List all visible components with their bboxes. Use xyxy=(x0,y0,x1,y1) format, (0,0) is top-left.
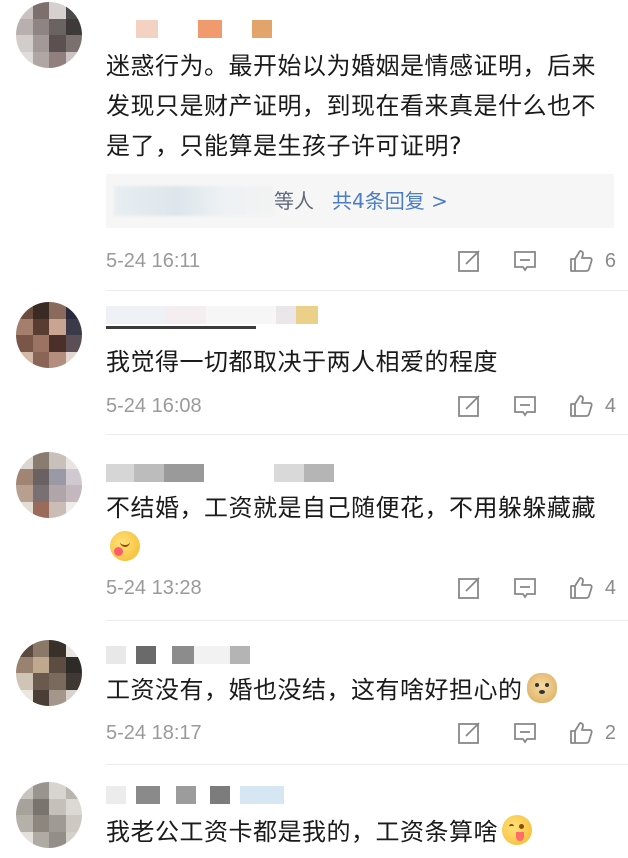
comment-icon[interactable] xyxy=(512,575,538,601)
comment-text: 不结婚，工资就是自己随便花，不用躲躲藏藏 xyxy=(106,488,606,568)
comment-text: 迷惑行为。最开始以为婚姻是情感证明，后来发现只是财产证明，到现在看来真是什么也不… xyxy=(106,52,596,160)
timestamp: 5-24 16:11 xyxy=(106,250,201,272)
reply-users-blurred xyxy=(114,186,274,216)
comment-text: 我觉得一切都取决于两人相爱的程度 xyxy=(106,348,498,376)
like-count: 2 xyxy=(604,722,616,744)
avatar[interactable] xyxy=(16,640,82,706)
username-blurred[interactable] xyxy=(136,20,272,38)
comment-meta: 5-24 13:28 4 xyxy=(106,573,616,603)
comment-text: 工资没有，婚也没结，这有啥好担心的 xyxy=(106,670,606,710)
avatar[interactable] xyxy=(16,302,82,368)
comment-icon[interactable] xyxy=(512,393,538,419)
timestamp: 5-24 18:17 xyxy=(106,722,202,744)
divider xyxy=(106,764,628,765)
avatar[interactable] xyxy=(16,452,82,518)
comment-meta: 5-24 16:08 4 xyxy=(106,391,616,421)
divider xyxy=(106,290,628,291)
comment-text: 我老公工资卡都是我的，工资条算啥 xyxy=(106,812,606,852)
timestamp: 5-24 16:08 xyxy=(106,395,202,417)
thumbs-up-icon[interactable] xyxy=(568,575,594,601)
comment-icon[interactable] xyxy=(512,248,538,274)
like-count: 4 xyxy=(604,577,616,599)
share-icon[interactable] xyxy=(456,575,482,601)
doge-emoji-icon xyxy=(526,673,557,703)
comment-meta: 5-24 16:11 6 xyxy=(106,246,616,276)
username-underline xyxy=(106,326,256,330)
avatar[interactable] xyxy=(16,782,82,848)
blush-emoji-icon xyxy=(110,531,140,561)
timestamp: 5-24 13:28 xyxy=(106,577,202,599)
username-blurred[interactable] xyxy=(106,786,284,804)
like-count: 6 xyxy=(604,250,616,272)
username-blurred[interactable] xyxy=(106,646,250,664)
reply-users-suffix: 等人 xyxy=(274,189,314,213)
view-replies-link[interactable]: 共4条回复 > xyxy=(332,174,448,228)
share-icon[interactable] xyxy=(456,248,482,274)
comment-icon[interactable] xyxy=(512,720,538,746)
replies-preview[interactable]: 等人 共4条回复 > xyxy=(106,174,614,228)
thumbs-up-icon[interactable] xyxy=(568,393,594,419)
divider xyxy=(106,434,628,435)
divider xyxy=(106,620,628,621)
username-blurred[interactable] xyxy=(106,464,334,482)
share-icon[interactable] xyxy=(456,393,482,419)
thumbs-up-icon[interactable] xyxy=(568,720,594,746)
avatar[interactable] xyxy=(16,2,82,68)
share-icon[interactable] xyxy=(456,720,482,746)
like-count: 4 xyxy=(604,395,616,417)
thumbs-up-icon[interactable] xyxy=(568,248,594,274)
comment-meta: 5-24 18:17 2 xyxy=(106,718,616,748)
username-blurred[interactable] xyxy=(106,306,318,324)
tongue-emoji-icon xyxy=(502,815,532,845)
